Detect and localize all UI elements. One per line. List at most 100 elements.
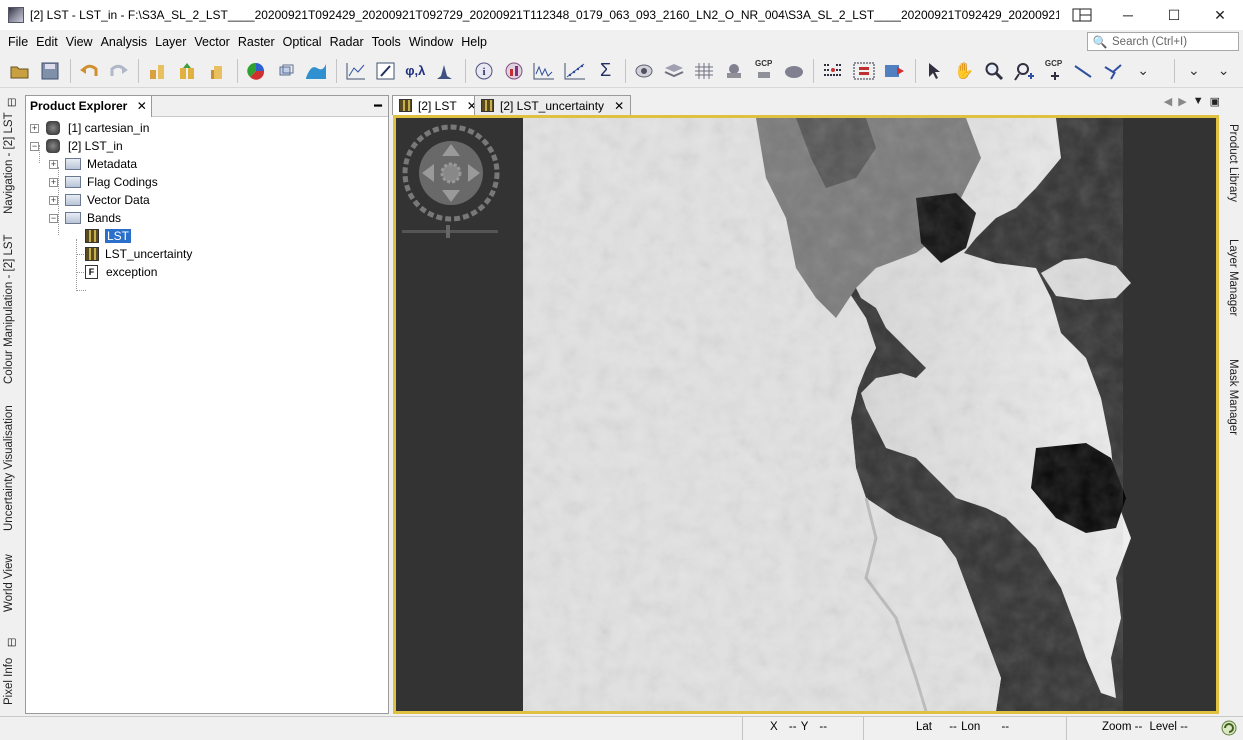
image-view[interactable] xyxy=(393,115,1219,714)
tree-item-vector-data[interactable]: + Vector Data xyxy=(49,191,150,209)
spectrum-icon[interactable] xyxy=(533,60,555,82)
tab-uncertainty-visualisation[interactable]: Uncertainty Visualisation xyxy=(3,405,15,531)
collapse-toggle[interactable]: − xyxy=(30,141,39,151)
menu-analysis[interactable]: Analysis xyxy=(97,30,152,54)
redo-icon[interactable] xyxy=(108,60,129,82)
tab-mask-manager[interactable]: Mask Manager xyxy=(1227,359,1239,435)
menu-edit[interactable]: Edit xyxy=(32,30,62,54)
tab-layer-manager[interactable]: Layer Manager xyxy=(1227,239,1239,316)
navigation-control[interactable] xyxy=(402,124,500,222)
close-icon[interactable]: ✕ xyxy=(137,99,147,113)
pin-placing-tool-icon[interactable] xyxy=(1013,60,1034,82)
sigma-label: Σ xyxy=(600,60,612,80)
product-explorer-tab[interactable]: Product Explorer ✕ xyxy=(26,96,152,117)
statistics-icon[interactable] xyxy=(503,60,524,82)
save-product-icon[interactable] xyxy=(40,60,61,82)
import-band-icon[interactable] xyxy=(177,60,198,82)
zoom-slider-handle[interactable] xyxy=(446,225,450,238)
open-product-icon[interactable] xyxy=(10,60,31,82)
graph-builder-icon[interactable] xyxy=(853,60,875,82)
tab-lst-view[interactable]: [2] LST ✕ xyxy=(392,95,484,115)
minimize-button[interactable]: ─ xyxy=(1105,0,1151,30)
minimize-icon[interactable]: ━ xyxy=(374,98,382,114)
restore-layout-icon[interactable] xyxy=(1059,0,1105,30)
lst-image[interactable] xyxy=(396,118,1216,711)
expand-toggle[interactable]: + xyxy=(49,195,58,205)
right-side-tabs: Product Library Layer Manager Mask Manag… xyxy=(1219,94,1243,714)
tree-item-product-2[interactable]: − [2] LST_in xyxy=(30,137,123,155)
chevron-down-icon[interactable]: ▼ xyxy=(1193,95,1204,108)
tree-item-bands[interactable]: − Bands xyxy=(49,209,121,227)
close-icon[interactable]: ✕ xyxy=(614,99,624,113)
menu-help[interactable]: Help xyxy=(457,30,491,54)
restore-window-icon[interactable]: ◫ xyxy=(7,637,16,648)
export-band-icon[interactable] xyxy=(207,60,228,82)
menu-radar[interactable]: Radar xyxy=(326,30,368,54)
expand-toggle[interactable]: + xyxy=(49,177,58,187)
tree-item-band-lst[interactable]: LST xyxy=(85,227,132,245)
tree-item-product-1[interactable]: + [1] cartesian_in xyxy=(30,119,149,137)
tree-item-band-lst-uncertainty[interactable]: LST_uncertainty xyxy=(85,245,192,263)
gcp-placing-tool-icon[interactable]: GCP xyxy=(1043,59,1064,82)
close-button[interactable]: ✕ xyxy=(1197,0,1243,30)
menu-file[interactable]: File xyxy=(4,30,32,54)
collapse-toggle[interactable]: − xyxy=(49,213,58,223)
scroll-left-icon[interactable]: ◀ xyxy=(1164,95,1172,108)
expand-toggle[interactable]: + xyxy=(30,123,39,133)
pan-tool-icon[interactable]: ✋ xyxy=(954,60,975,82)
batch-processing-icon[interactable] xyxy=(884,60,906,82)
chevron-down-icon[interactable]: ⌄ xyxy=(1213,60,1234,82)
tab-product-library[interactable]: Product Library xyxy=(1227,124,1239,202)
tile-windows-icon[interactable] xyxy=(275,60,296,82)
expand-toggle[interactable]: + xyxy=(49,159,58,169)
scatter-plot-icon[interactable] xyxy=(564,60,586,82)
chevron-down-icon[interactable]: ⌄ xyxy=(1133,60,1154,82)
tree-item-flag-codings[interactable]: + Flag Codings xyxy=(49,173,158,191)
maximize-button[interactable]: ☐ xyxy=(1151,0,1197,30)
tab-colour-manipulation[interactable]: Colour Manipulation - [2] LST xyxy=(3,234,15,384)
profile-plot-icon[interactable] xyxy=(345,60,366,82)
world-map-icon[interactable] xyxy=(783,60,804,82)
zoom-tool-icon[interactable] xyxy=(984,60,1005,82)
polyline-drawing-tool-icon[interactable] xyxy=(1103,60,1124,82)
wave-icon[interactable] xyxy=(305,60,327,82)
menu-bar: File Edit View Analysis Layer Vector Ras… xyxy=(0,30,1243,54)
band-maths-icon[interactable] xyxy=(147,60,168,82)
roi-mask-icon[interactable] xyxy=(634,60,655,82)
menu-optical[interactable]: Optical xyxy=(279,30,326,54)
gcp-manager-icon[interactable]: GCP xyxy=(753,59,774,82)
line-drawing-tool-icon[interactable] xyxy=(1073,60,1094,82)
graticule-icon[interactable] xyxy=(694,60,715,82)
edit-icon[interactable] xyxy=(375,60,396,82)
histogram-icon[interactable] xyxy=(435,60,456,82)
chevron-down-icon[interactable]: ⌄ xyxy=(1183,60,1204,82)
undo-icon[interactable] xyxy=(79,60,100,82)
menu-view[interactable]: View xyxy=(62,30,97,54)
tree-item-metadata[interactable]: + Metadata xyxy=(49,155,137,173)
zoom-slider[interactable] xyxy=(402,225,498,238)
pixel-grid-icon[interactable] xyxy=(822,60,844,82)
scroll-right-icon[interactable]: ▶ xyxy=(1178,95,1186,108)
refresh-icon[interactable] xyxy=(1221,720,1237,739)
status-divider xyxy=(1066,717,1067,740)
folder-icon xyxy=(65,176,81,188)
geo-coding-icon[interactable]: φ,λ xyxy=(405,60,426,82)
rgb-image-icon[interactable] xyxy=(246,60,267,82)
sum-icon[interactable]: Σ xyxy=(595,60,616,82)
select-tool-icon[interactable] xyxy=(924,60,945,82)
menu-vector[interactable]: Vector xyxy=(190,30,233,54)
tab-navigation[interactable]: Navigation - [2] LST xyxy=(3,112,15,214)
tree-item-band-exception[interactable]: F exception xyxy=(85,263,157,281)
menu-raster[interactable]: Raster xyxy=(234,30,279,54)
menu-layer[interactable]: Layer xyxy=(151,30,190,54)
layers-icon[interactable] xyxy=(664,60,685,82)
menu-window[interactable]: Window xyxy=(405,30,457,54)
pin-manager-icon[interactable] xyxy=(723,60,744,82)
information-icon[interactable]: i xyxy=(474,60,495,82)
restore-window-icon[interactable]: ◫ xyxy=(7,97,16,108)
search-input[interactable]: 🔍 Search (Ctrl+I) xyxy=(1087,32,1239,51)
menu-tools[interactable]: Tools xyxy=(368,30,405,54)
tab-pixel-info[interactable]: Pixel Info xyxy=(3,658,15,705)
tab-world-view[interactable]: World View xyxy=(3,554,15,612)
tab-lst-uncertainty-view[interactable]: [2] LST_uncertainty ✕ xyxy=(474,95,632,115)
